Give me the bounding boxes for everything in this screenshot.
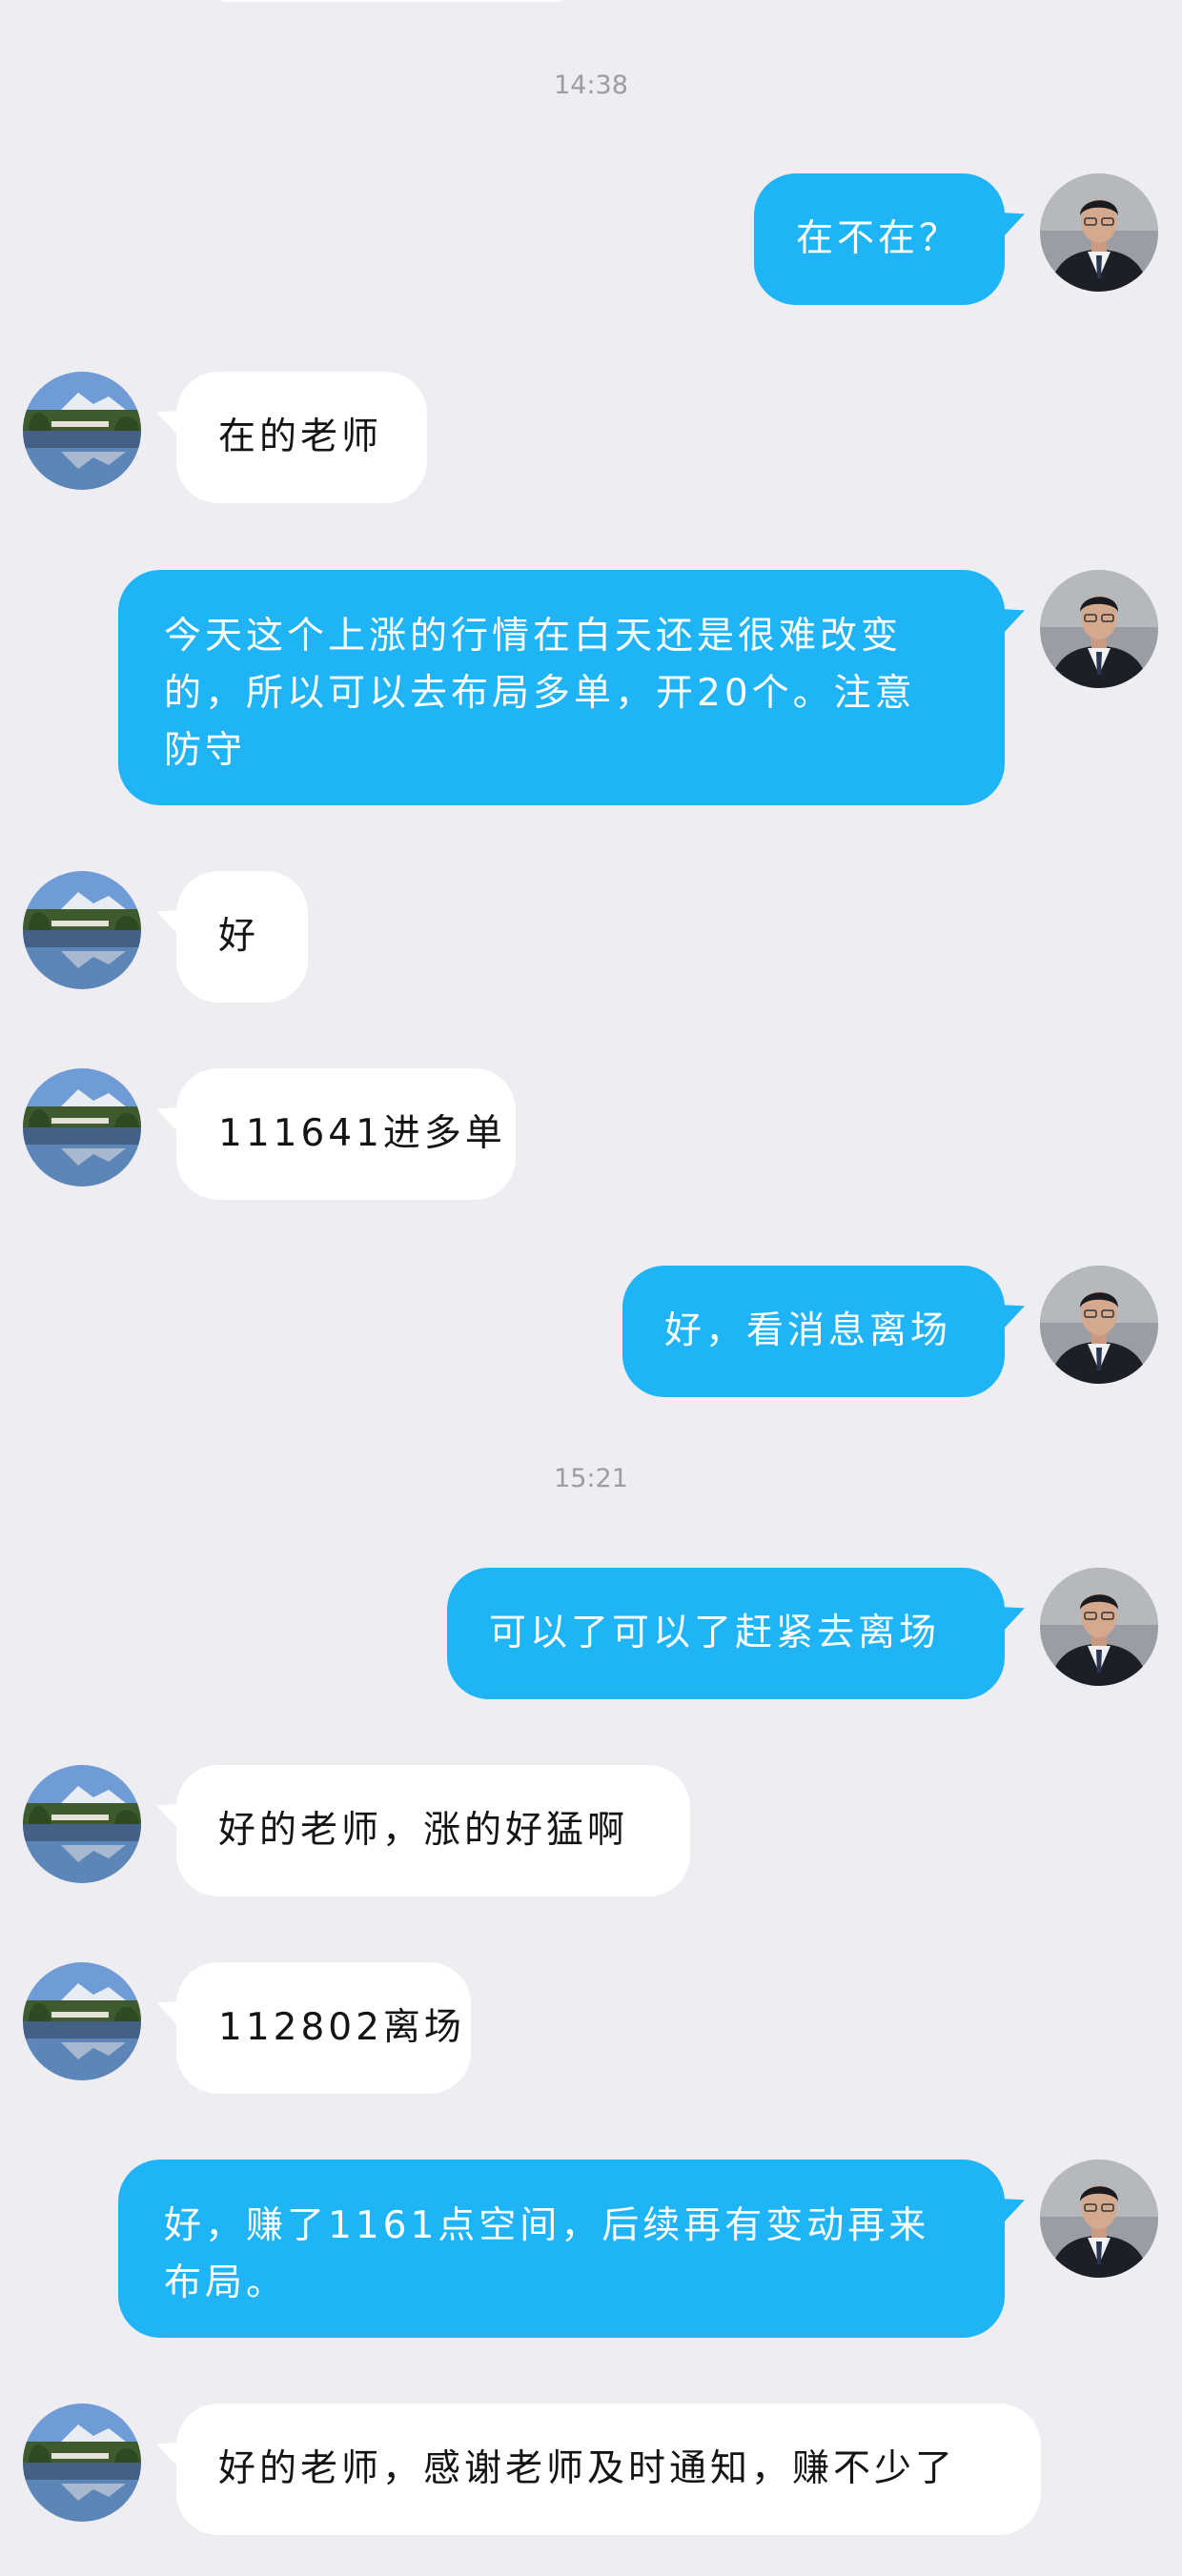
previous-message-bubble [210,0,572,2]
student-avatar[interactable] [23,1962,141,2080]
student-avatar[interactable] [23,871,141,989]
student-avatar[interactable] [23,372,141,490]
incoming-message[interactable]: 好 [176,871,308,1003]
outgoing-message[interactable]: 今天这个上涨的行情在白天还是很难改变的，所以可以去布局多单，开20个。注意防守 [118,570,1005,805]
incoming-message[interactable]: 好的老师，感谢老师及时通知，赚不少了 [176,2404,1041,2535]
outgoing-message[interactable]: 好，看消息离场 [622,1266,1005,1397]
student-avatar[interactable] [23,1068,141,1187]
teacher-avatar[interactable] [1040,1568,1158,1686]
teacher-avatar[interactable] [1040,173,1158,292]
timestamp: 14:38 [554,71,628,100]
outgoing-message[interactable]: 可以了可以了赶紧去离场 [447,1568,1005,1699]
incoming-message[interactable]: 111641进多单 [176,1068,516,1200]
incoming-message[interactable]: 在的老师 [176,372,427,503]
student-avatar[interactable] [23,2404,141,2522]
student-avatar[interactable] [23,1765,141,1883]
outgoing-message[interactable]: 好，赚了1161点空间，后续再有变动再来布局。 [118,2160,1005,2338]
incoming-message[interactable]: 112802离场 [176,1962,471,2094]
teacher-avatar[interactable] [1040,1266,1158,1384]
timestamp: 15:21 [554,1464,628,1493]
teacher-avatar[interactable] [1040,570,1158,688]
incoming-message[interactable]: 好的老师，涨的好猛啊 [176,1765,690,1897]
outgoing-message[interactable]: 在不在？ [754,173,1005,305]
teacher-avatar[interactable] [1040,2160,1158,2278]
